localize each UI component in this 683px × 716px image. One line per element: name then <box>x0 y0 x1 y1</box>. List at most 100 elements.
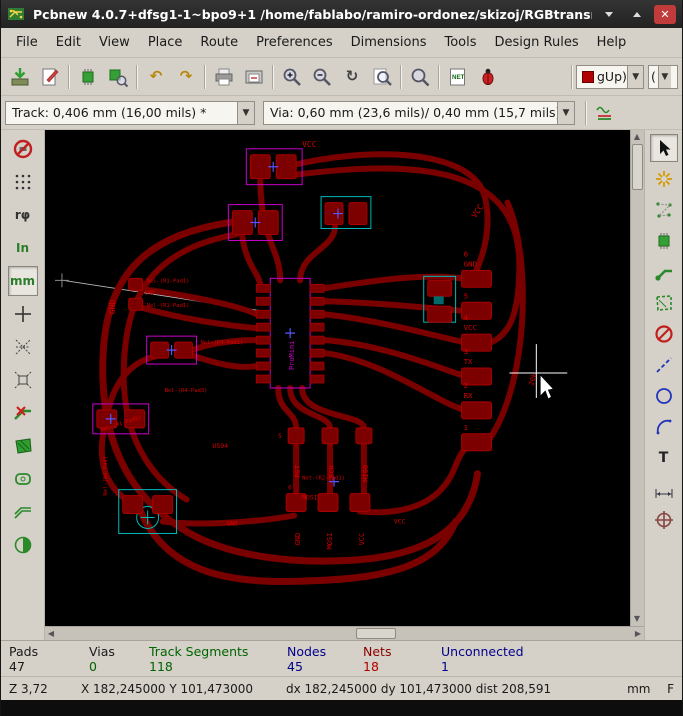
svg-text:TX: TX <box>464 357 473 366</box>
add-text-icon: T <box>658 450 669 466</box>
undo-button[interactable]: ↶ <box>141 62 171 92</box>
menu-edit[interactable]: Edit <box>47 31 90 54</box>
scroll-right-button[interactable]: ▶ <box>632 627 644 641</box>
add-keepout-button[interactable] <box>650 320 678 348</box>
menu-route[interactable]: Route <box>191 31 247 54</box>
local-ratsnest-icon <box>655 202 672 218</box>
pads-sketch-button[interactable] <box>8 464 38 494</box>
find-button[interactable] <box>405 62 435 92</box>
vertical-scrollbar[interactable]: ▲ ▼ <box>630 130 644 626</box>
polar-coords-button[interactable]: rφ <box>8 200 38 230</box>
overflow-combo[interactable]: ( ▼ <box>648 64 678 89</box>
microwave-tools-button[interactable] <box>590 98 620 128</box>
minimize-button[interactable] <box>598 5 620 24</box>
chevron-down-icon: ▼ <box>657 65 671 88</box>
scroll-up-button[interactable]: ▲ <box>631 130 643 144</box>
scroll-left-button[interactable]: ◀ <box>45 627 57 641</box>
svg-text:NET: NET <box>452 74 465 81</box>
toolbar-separator <box>571 64 573 89</box>
print-button[interactable] <box>209 62 239 92</box>
horizontal-scrollbar[interactable]: ◀ ▶ <box>45 626 644 640</box>
status-track-segments: Track Segments 118 <box>149 644 287 676</box>
library-browser-button[interactable] <box>103 62 133 92</box>
scroll-down-button[interactable]: ▼ <box>631 612 643 626</box>
vertical-scroll-thumb[interactable] <box>632 144 643 190</box>
svg-text:2: 2 <box>464 381 469 390</box>
local-ratsnest-button[interactable] <box>650 196 678 224</box>
status-nets: Nets 18 <box>363 644 441 676</box>
svg-text:VCC: VCC <box>302 140 317 149</box>
zoom-fit-button[interactable] <box>367 62 397 92</box>
status-track-segments-label: Track Segments <box>149 644 249 659</box>
window-bottom-edge <box>1 700 682 716</box>
menu-file[interactable]: File <box>7 31 47 54</box>
menu-view[interactable]: View <box>90 31 139 54</box>
cursor-shape-button[interactable] <box>8 299 38 329</box>
svg-text:ProMini: ProMini <box>288 341 296 370</box>
track-width-selector[interactable]: Track: 0,406 mm (16,00 mils) * ▼ <box>5 100 255 125</box>
menu-place[interactable]: Place <box>139 31 192 54</box>
zoom-out-button[interactable] <box>307 62 337 92</box>
units-mm-icon: mm <box>9 274 35 288</box>
units-inch-icon: In <box>15 241 29 255</box>
ratsnest-button[interactable] <box>8 332 38 362</box>
svg-text:MOSI: MOSI <box>302 494 318 502</box>
zoom-in-button[interactable] <box>277 62 307 92</box>
high-contrast-button[interactable] <box>8 530 38 560</box>
status-pads: Pads 47 <box>9 644 89 676</box>
maximize-button[interactable] <box>626 5 648 24</box>
add-text-button[interactable]: T <box>650 444 678 472</box>
svg-text:VCC: VCC <box>464 323 477 332</box>
select-arrow-icon <box>659 140 670 156</box>
layer-selector[interactable]: gUp) ▼ <box>576 64 644 89</box>
graphic-arc-button[interactable] <box>650 413 678 441</box>
menu-help[interactable]: Help <box>588 31 636 54</box>
netlist-button[interactable]: NET <box>443 62 473 92</box>
zones-show-button[interactable] <box>8 431 38 461</box>
route-tracks-button[interactable] <box>650 258 678 286</box>
polar-coords-icon: rφ <box>14 208 31 222</box>
graphic-line-button[interactable] <box>650 351 678 379</box>
layer-target-button[interactable] <box>650 506 678 534</box>
page-settings-button[interactable] <box>35 62 65 92</box>
plot-button[interactable] <box>239 62 269 92</box>
add-dimension-button[interactable] <box>650 475 678 503</box>
add-zone-button[interactable] <box>650 289 678 317</box>
grid-toggle-button[interactable] <box>8 167 38 197</box>
redo-icon: ↷ <box>179 67 193 85</box>
status-vias: Vias 0 <box>89 644 149 676</box>
window-title: Pcbnew 4.0.7+dfsg1-1~bpo9+1 /home/fablab… <box>33 6 592 22</box>
status-vias-value: 0 <box>89 659 97 674</box>
module-ratsnest-button[interactable] <box>8 365 38 395</box>
units-inch-button[interactable]: In <box>8 233 38 263</box>
status-unconnected: Unconnected 1 <box>441 644 551 676</box>
menu-design-rules[interactable]: Design Rules <box>486 31 588 54</box>
menu-tools[interactable]: Tools <box>435 31 485 54</box>
drc-button[interactable] <box>473 62 503 92</box>
menubar: File Edit View Place Route Preferences D… <box>1 28 682 58</box>
graphic-circle-button[interactable] <box>650 382 678 410</box>
toolbar-separator <box>68 64 70 89</box>
zoom-redraw-button[interactable]: ↻ <box>337 62 367 92</box>
via-size-selector[interactable]: Via: 0,60 mm (23,6 mils)/ 0,40 mm (15,7 … <box>263 100 575 125</box>
select-tool-button[interactable] <box>649 134 678 162</box>
svg-text:5: 5 <box>278 433 282 440</box>
graphic-circle-icon <box>655 388 672 404</box>
tracks-sketch-button[interactable] <box>8 497 38 527</box>
zoom-out-icon <box>313 68 331 86</box>
close-button[interactable]: ✕ <box>654 4 676 24</box>
menu-dimensions[interactable]: Dimensions <box>342 31 436 54</box>
pcb-canvas[interactable]: VCC VCC GND Nel-(R1-Pad1) GND Nel-(R1-Pa… <box>45 130 630 626</box>
add-footprint-button[interactable] <box>650 227 678 255</box>
highlight-net-button[interactable] <box>650 165 678 193</box>
module-editor-button[interactable] <box>73 62 103 92</box>
svg-text:RST: RST <box>294 464 302 477</box>
open-board-button[interactable] <box>5 62 35 92</box>
horizontal-scroll-thumb[interactable] <box>356 628 397 639</box>
track-autodelete-button[interactable] <box>8 398 38 428</box>
units-mm-button[interactable]: mm <box>7 266 38 296</box>
cursor-position: X 182,245000 Y 101,473000 <box>81 681 254 696</box>
menu-preferences[interactable]: Preferences <box>247 31 341 54</box>
redo-button[interactable]: ↷ <box>171 62 201 92</box>
drc-off-button[interactable] <box>8 134 38 164</box>
